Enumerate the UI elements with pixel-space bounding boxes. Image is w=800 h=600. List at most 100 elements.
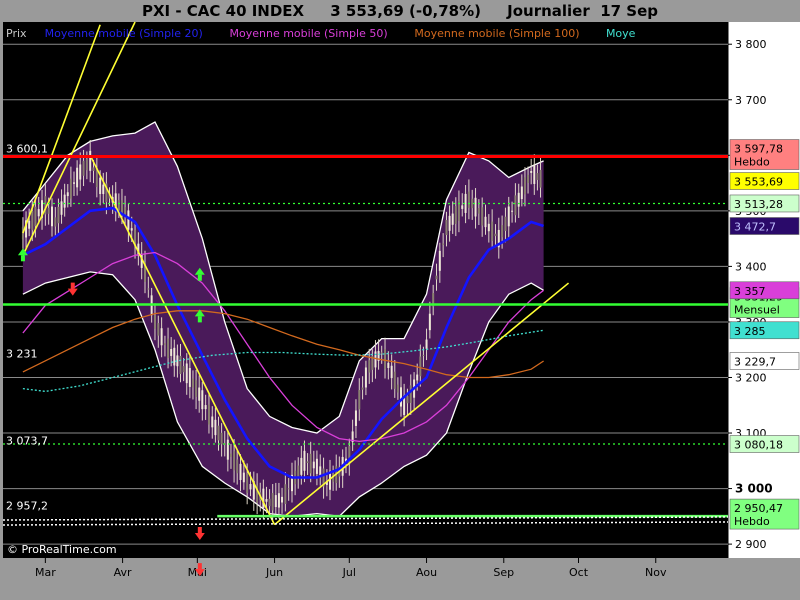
x-tick-label: Nov — [645, 566, 667, 579]
price-candle-body — [73, 182, 76, 184]
price-candle-body — [85, 158, 88, 171]
price-candle-body — [487, 223, 490, 232]
price-candle-body — [239, 463, 242, 480]
legend-entry: Prix — [6, 27, 27, 40]
price-box-sublabel: Hebdo — [734, 515, 770, 528]
price-candle-body — [520, 186, 523, 200]
price-candle-body — [445, 219, 448, 236]
price-candle-body — [448, 215, 451, 231]
price-candle-body — [451, 213, 454, 225]
x-tick-label: Jun — [265, 566, 283, 579]
price-candle-body — [514, 195, 517, 216]
price-candle-body — [484, 216, 487, 228]
y-tick-label: 2 900 — [735, 538, 767, 551]
price-candle-body — [63, 194, 66, 208]
level-label-left: 3 231 — [6, 347, 38, 360]
price-candle-body — [47, 207, 50, 214]
x-tick-label: Mar — [35, 566, 56, 579]
price-candle-body — [454, 206, 457, 224]
price-candle-body — [170, 349, 173, 356]
price-candle-body — [31, 210, 34, 231]
price-candle-body — [504, 216, 507, 231]
price-candle-body — [312, 461, 315, 469]
price-candle-body — [163, 343, 166, 346]
price-box-label: 2 950,47 — [734, 502, 783, 515]
price-candle-body — [198, 387, 201, 401]
y-tick-label: 3 800 — [735, 38, 767, 51]
price-candle-body — [92, 167, 95, 171]
price-candle-body — [76, 167, 79, 188]
price-candle-body — [89, 150, 92, 171]
price-candle-body — [54, 217, 57, 227]
price-candle-body — [50, 206, 53, 227]
price-candle-body — [364, 367, 367, 388]
price-candle-body — [207, 404, 210, 425]
price-box-sublabel: Hebdo — [734, 156, 770, 169]
price-candle-body — [191, 378, 194, 388]
price-candle-body — [236, 459, 239, 474]
price-chart[interactable]: 3 8003 7003 6003 5003 4003 3003 2003 100… — [0, 0, 800, 600]
y-tick-label: 3 700 — [735, 94, 767, 107]
price-candle-body — [422, 354, 425, 356]
price-candle-body — [536, 173, 539, 180]
legend-entry: Moyenne mobile (Simple 100) — [414, 27, 579, 40]
x-tick-label: Jul — [342, 566, 356, 579]
price-candle-body — [287, 488, 290, 490]
price-candle-body — [461, 205, 464, 209]
price-candle-body — [201, 390, 204, 410]
price-candle-body — [188, 368, 191, 387]
price-candle-body — [354, 410, 357, 426]
price-candle-body — [66, 192, 69, 197]
price-candle-body — [173, 347, 176, 366]
price-candle-body — [533, 164, 536, 184]
price-candle-body — [233, 451, 236, 471]
price-candle-body — [277, 493, 280, 508]
price-candle-body — [284, 484, 287, 505]
price-candle-body — [153, 315, 156, 329]
price-candle-body — [79, 164, 82, 180]
price-candle-body — [380, 352, 383, 354]
price-candle-body — [220, 432, 223, 445]
watermark: © ProRealTime.com — [7, 543, 117, 556]
price-candle-body — [117, 200, 120, 211]
price-candle-body — [249, 484, 252, 490]
price-box-label: 3 553,69 — [734, 176, 783, 189]
price-candle-body — [124, 207, 127, 215]
price-candle-body — [400, 387, 403, 407]
price-candle-body — [384, 349, 387, 369]
price-candle-body — [396, 384, 399, 393]
price-candle-body — [274, 495, 277, 508]
price-candle-body — [265, 499, 268, 502]
price-candle-body — [539, 169, 542, 188]
price-candle-body — [195, 380, 198, 397]
x-tick-label: Aou — [416, 566, 437, 579]
price-candle-body — [60, 201, 63, 215]
price-candle-body — [428, 313, 431, 331]
price-candle-body — [477, 208, 480, 214]
price-box-label: 3 229,7 — [734, 355, 776, 368]
price-candle-body — [361, 387, 364, 390]
price-candle-body — [217, 425, 220, 441]
legend-entry: Moyenne mobile (Simple 20) — [45, 27, 203, 40]
price-box-label: 3 285 — [734, 325, 766, 338]
price-candle-body — [226, 439, 229, 460]
price-candle-body — [28, 220, 31, 229]
price-candle-body — [438, 250, 441, 271]
price-candle-body — [358, 389, 361, 410]
x-tick-label: Oct — [569, 566, 589, 579]
price-candle-body — [99, 177, 102, 195]
price-box-sublabel: Mensuel — [734, 304, 780, 317]
price-candle-body — [387, 362, 390, 369]
price-candle-body — [182, 366, 185, 373]
level-label-left: 3 600,1 — [6, 142, 48, 155]
y-tick-label: 3 200 — [735, 371, 767, 384]
price-candle-body — [481, 207, 484, 226]
price-candle-body — [37, 209, 40, 217]
price-candle-body — [185, 363, 188, 384]
price-box-label: 3 513,28 — [734, 198, 783, 211]
price-candle-body — [390, 365, 393, 379]
price-candle-body — [368, 360, 371, 373]
price-candle-body — [300, 457, 303, 475]
x-tick-label: Sep — [493, 566, 514, 579]
price-box-label: 3 080,18 — [734, 439, 783, 452]
